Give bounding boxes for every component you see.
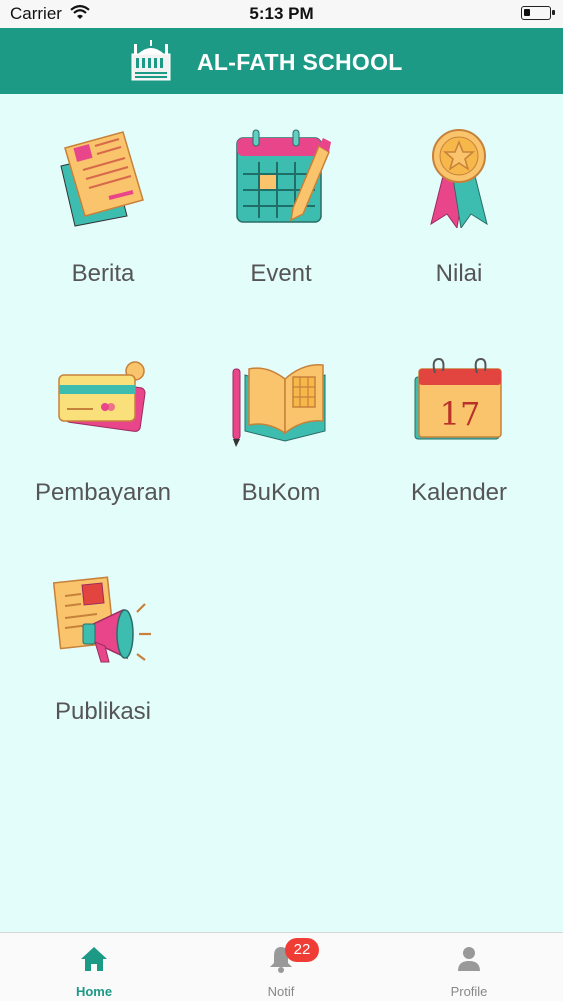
menu-label-pembayaran: Pembayaran [34, 479, 172, 506]
school-logo-icon [131, 40, 171, 81]
menu-item-publikasi[interactable]: Publikasi [9, 566, 197, 776]
calendar-pencil-icon [236, 129, 331, 223]
news-document-icon [60, 131, 144, 227]
home-icon [81, 947, 107, 971]
tab-profile[interactable]: Profile [375, 933, 563, 1001]
tab-home[interactable]: Home [0, 933, 188, 1001]
menu-item-pembayaran[interactable]: Pembayaran [9, 347, 197, 557]
menu-label-berita: Berita [71, 260, 135, 287]
tab-label-home: Home [75, 984, 113, 999]
credit-card-icon [58, 361, 146, 432]
calendar-day-number: 17 [440, 395, 481, 433]
status-bar: Carrier 5:13 PM [0, 0, 563, 28]
menu-item-event[interactable]: Event [187, 128, 375, 338]
tab-label-notif: Notif [267, 984, 295, 999]
menu-item-berita[interactable]: Berita [9, 128, 197, 338]
menu-label-bukom: BuKom [241, 479, 321, 506]
menu-label-kalender: Kalender [410, 479, 508, 506]
award-medal-icon [430, 129, 488, 228]
app-header: AL-FATH SCHOOL [0, 28, 563, 94]
notification-badge: 22 [285, 938, 319, 962]
app-title: AL-FATH SCHOOL [197, 49, 403, 75]
tab-notif[interactable]: 22 Notif [187, 933, 375, 1001]
open-book-icon [232, 364, 326, 447]
person-icon [458, 947, 480, 971]
battery-icon [521, 6, 555, 20]
menu-item-bukom[interactable]: BuKom [187, 347, 375, 557]
menu-label-publikasi: Publikasi [54, 698, 152, 725]
tab-label-profile: Profile [450, 984, 488, 999]
menu-label-nilai: Nilai [435, 260, 483, 287]
status-time: 5:13 PM [249, 4, 314, 23]
megaphone-icon [53, 576, 151, 663]
menu-item-nilai[interactable]: Nilai [365, 128, 553, 338]
menu-label-event: Event [250, 260, 312, 287]
menu-item-kalender[interactable]: 17 Kalender [365, 347, 553, 557]
calendar-date-icon: 17 [414, 357, 502, 440]
tab-bar: Home 22 Notif Profile [0, 932, 563, 1001]
